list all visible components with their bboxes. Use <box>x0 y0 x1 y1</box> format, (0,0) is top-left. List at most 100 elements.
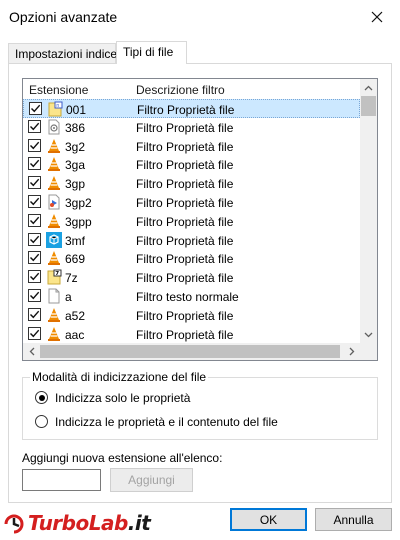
row-description: Filtro Proprietà file <box>136 214 234 229</box>
list-item[interactable]: 669 Filtro Proprietà file <box>23 249 360 268</box>
column-header-description[interactable]: Descrizione filtro <box>136 83 225 97</box>
indexing-mode-group: Modalità di indicizzazione del file Indi… <box>22 370 378 440</box>
row-extension: 3ga <box>65 158 86 173</box>
list-rows: n 001 Filtro Proprietà file 386 Filtro Propr… <box>23 99 360 343</box>
list-item[interactable]: 3gp Filtro Proprietà file <box>23 174 360 193</box>
tab-index-settings[interactable]: Impostazioni indice <box>8 43 117 63</box>
vlc-cone-icon <box>46 307 62 323</box>
column-header-extension[interactable]: Estensione <box>29 83 88 97</box>
row-extension: 3gp2 <box>65 195 92 210</box>
row-checkbox[interactable] <box>28 326 41 340</box>
vlc-cone-icon <box>46 175 62 191</box>
vlc-cone-icon <box>46 138 62 154</box>
row-checkbox[interactable] <box>28 157 41 171</box>
indexing-mode-title: Modalità di indicizzazione del file <box>30 370 209 384</box>
radio-properties-and-content-label[interactable]: Indicizza le proprietà e il contenuto de… <box>55 415 278 429</box>
vlc-cone-icon <box>46 326 62 342</box>
row-description: Filtro Proprietà file <box>136 271 234 286</box>
tab-file-types[interactable]: Tipi di file <box>116 41 187 64</box>
row-extension: a52 <box>65 308 86 323</box>
row-extension: 001 <box>66 103 87 117</box>
row-extension: aac <box>65 327 85 342</box>
row-description: Filtro Proprietà file <box>136 308 234 323</box>
row-checkbox[interactable] <box>28 213 41 227</box>
scroll-up-arrow[interactable] <box>360 79 377 96</box>
row-checkbox[interactable] <box>28 232 41 246</box>
row-checkbox[interactable] <box>28 194 41 208</box>
add-extension-input[interactable] <box>22 469 101 491</box>
list-item[interactable]: a52 Filtro Proprietà file <box>23 306 360 325</box>
3d-builder-icon <box>46 231 62 248</box>
row-description: Filtro Proprietà file <box>136 252 234 267</box>
list-item[interactable]: 3ga Filtro Proprietà file <box>23 155 360 174</box>
chevron-up-icon <box>364 85 373 90</box>
vlc-cone-icon <box>46 156 62 172</box>
vertical-scrollbar[interactable] <box>360 79 377 343</box>
file-types-list[interactable]: Estensione Descrizione filtro n 001 Filtro… <box>22 78 378 361</box>
radio-properties-only[interactable] <box>35 391 48 404</box>
list-item[interactable]: a Filtro testo normale <box>23 287 360 306</box>
horizontal-scrollbar[interactable] <box>23 343 360 360</box>
chevron-down-icon <box>364 332 373 337</box>
media-file-icon <box>46 194 62 210</box>
row-description: Filtro Proprietà file <box>136 233 234 248</box>
chevron-left-icon <box>29 347 34 356</box>
ok-button[interactable]: OK <box>230 508 307 531</box>
list-item[interactable]: 3g2 Filtro Proprietà file <box>23 137 360 156</box>
turbolab-watermark: TurboLab.it <box>2 510 182 538</box>
vlc-cone-icon <box>46 213 62 229</box>
row-checkbox[interactable] <box>28 119 41 133</box>
vertical-scroll-thumb[interactable] <box>361 96 376 116</box>
generic-file-icon: n <box>47 101 63 117</box>
archive-7z-icon: 7 <box>46 269 62 285</box>
row-checkbox[interactable] <box>28 176 41 190</box>
list-item[interactable]: 3mf Filtro Proprietà file <box>23 231 360 250</box>
row-checkbox[interactable] <box>29 102 42 115</box>
system-file-icon <box>46 119 62 135</box>
row-checkbox[interactable] <box>28 307 41 321</box>
scrollbar-corner <box>360 343 377 360</box>
row-checkbox[interactable] <box>28 251 41 265</box>
title-bar: Opzioni avanzate <box>0 0 400 34</box>
row-checkbox[interactable] <box>28 270 41 284</box>
svg-text:7: 7 <box>55 271 59 277</box>
row-extension: 3mf <box>65 233 86 248</box>
scroll-right-arrow[interactable] <box>343 343 360 360</box>
add-extension-button[interactable]: Aggiungi <box>110 468 193 492</box>
row-description: Filtro Proprietà file <box>136 158 234 173</box>
row-extension: 7z <box>65 271 78 286</box>
scroll-down-arrow[interactable] <box>360 326 377 343</box>
row-description: Filtro Proprietà file <box>136 195 234 210</box>
row-checkbox[interactable] <box>28 288 41 302</box>
row-description: Filtro Proprietà file <box>136 327 234 342</box>
list-item[interactable]: 7 7z Filtro Proprietà file <box>23 268 360 287</box>
list-item[interactable]: 3gpp Filtro Proprietà file <box>23 212 360 231</box>
row-description: Filtro Proprietà file <box>136 177 234 192</box>
cancel-button[interactable]: Annulla <box>315 508 392 531</box>
radio-properties-and-content[interactable] <box>35 415 48 428</box>
watermark-text: TurboLab.it <box>28 511 151 535</box>
radio-selected-dot <box>38 394 45 401</box>
row-extension: 669 <box>65 252 86 267</box>
list-item[interactable]: n 001 Filtro Proprietà file <box>23 99 360 118</box>
row-extension: 3gpp <box>65 214 92 229</box>
row-description: Filtro testo normale <box>136 289 239 304</box>
watermark-suffix: .it <box>127 511 151 535</box>
close-button[interactable] <box>354 0 400 34</box>
row-checkbox[interactable] <box>28 138 41 152</box>
row-description: Filtro Proprietà file <box>136 120 234 135</box>
svg-text:n: n <box>56 103 59 109</box>
window-title: Opzioni avanzate <box>9 9 118 25</box>
horizontal-scroll-thumb[interactable] <box>40 345 340 358</box>
scroll-left-arrow[interactable] <box>23 343 40 360</box>
row-description: Filtro Proprietà file <box>137 103 235 117</box>
watermark-brand: TurboLab <box>28 511 128 535</box>
list-item[interactable]: aac Filtro Proprietà file <box>23 325 360 344</box>
list-item[interactable]: 3gp2 Filtro Proprietà file <box>23 193 360 212</box>
vlc-cone-icon <box>46 250 62 266</box>
list-item[interactable]: 386 Filtro Proprietà file <box>23 118 360 137</box>
add-extension-label: Aggiungi nuova estensione all'elenco: <box>22 451 223 465</box>
radio-properties-only-label[interactable]: Indicizza solo le proprietà <box>55 391 190 405</box>
list-header: Estensione Descrizione filtro <box>23 79 360 99</box>
blank-file-icon <box>46 288 62 304</box>
